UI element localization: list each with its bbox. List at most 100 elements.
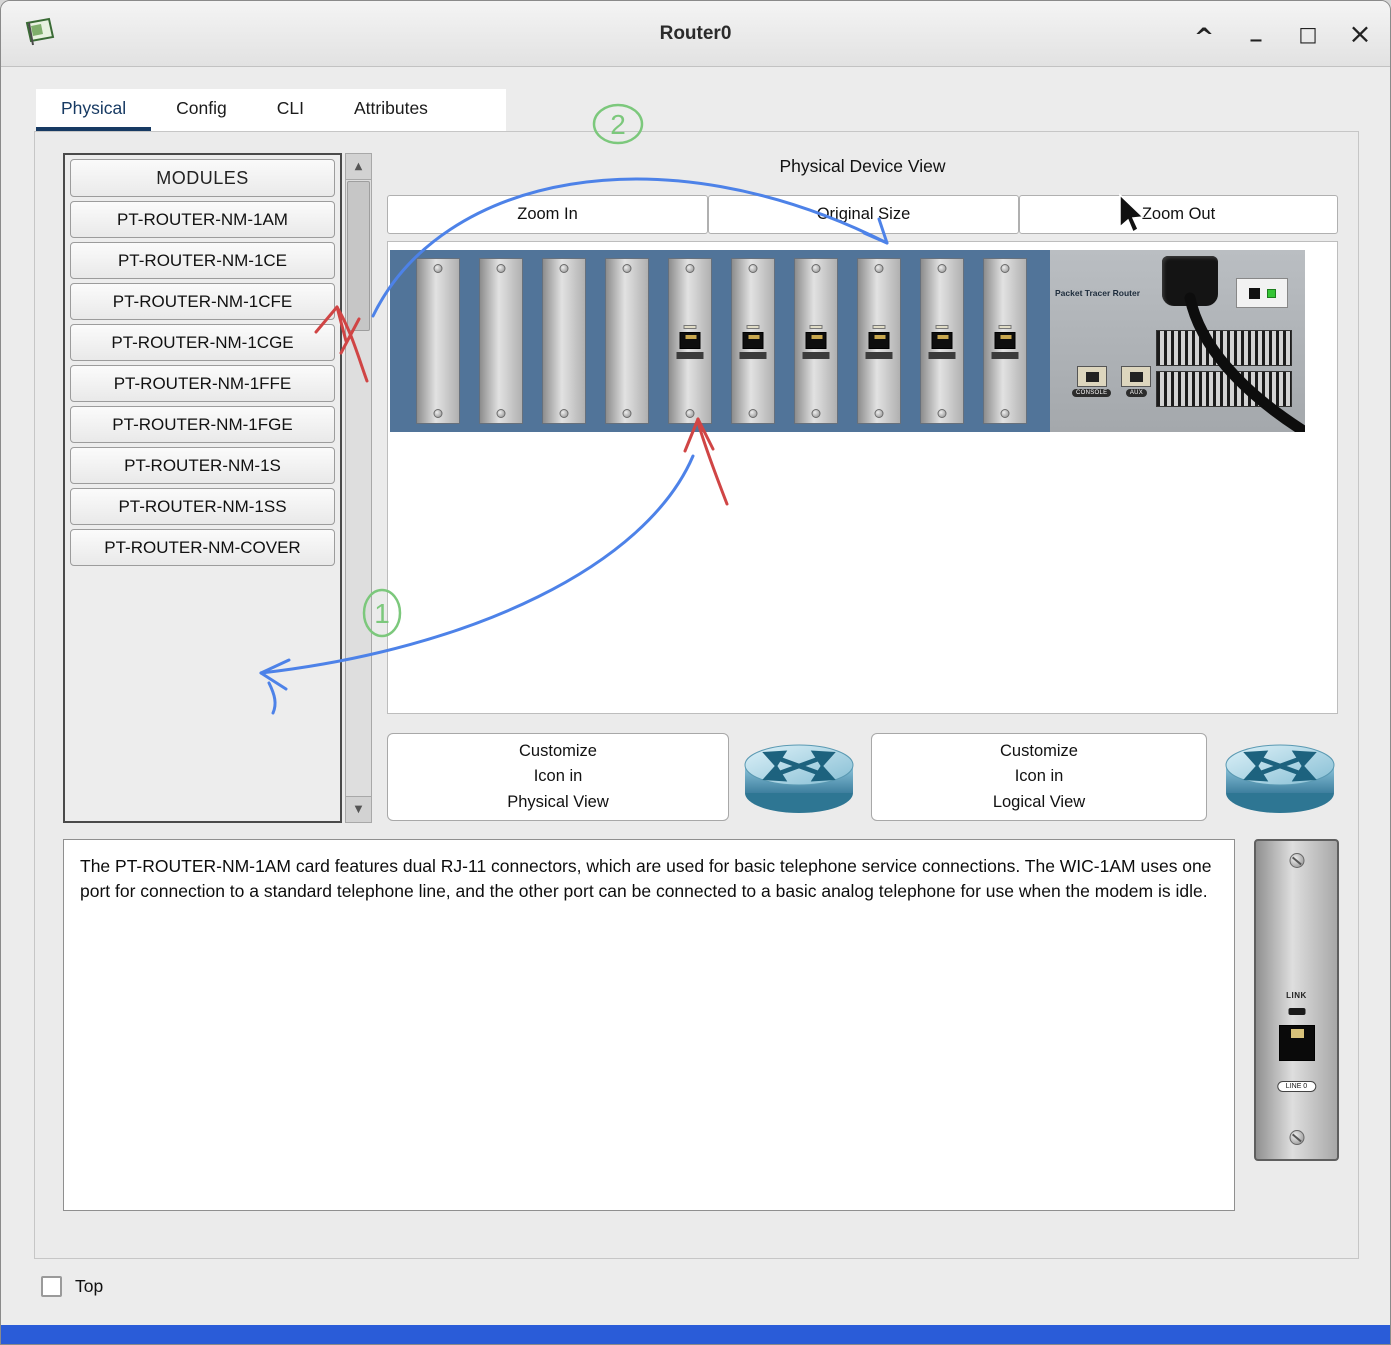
screw-icon <box>497 409 506 418</box>
bottom-accent-bar <box>1 1325 1390 1344</box>
module-item[interactable]: PT-ROUTER-NM-COVER <box>70 529 335 566</box>
router-module-slot[interactable] <box>794 258 838 424</box>
screw-icon <box>434 409 443 418</box>
tab-bar: Physical Config CLI Attributes <box>36 89 506 132</box>
module-item[interactable]: PT-ROUTER-NM-1AM <box>70 201 335 238</box>
link-led-icon <box>1288 1008 1305 1015</box>
link-led-icon <box>873 325 886 329</box>
collapse-icon[interactable]: ^ <box>1190 25 1218 49</box>
customize-logical-icon-button[interactable]: Customize Icon in Logical View <box>871 733 1207 821</box>
link-led-icon <box>936 325 949 329</box>
window-title: Router0 <box>1 1 1390 67</box>
screw-icon <box>686 409 695 418</box>
router-module-slot[interactable] <box>416 258 460 424</box>
module-port <box>929 325 956 359</box>
module-item[interactable]: PT-ROUTER-NM-1CFE <box>70 283 335 320</box>
ethernet-port-icon <box>932 332 953 349</box>
screw-icon <box>1001 264 1010 273</box>
screw-icon <box>560 409 569 418</box>
screw-icon <box>875 409 884 418</box>
ethernet-port-icon <box>680 332 701 349</box>
module-port <box>992 325 1019 359</box>
screw-icon <box>623 409 632 418</box>
tab-attributes-label: Attributes <box>354 98 428 119</box>
scroll-up-icon[interactable]: ▲ <box>346 154 371 180</box>
router0-window: Router0 ^ _ □ × Physical Config CLI Attr… <box>0 0 1391 1345</box>
title-bar: Router0 ^ _ □ × <box>1 1 1390 67</box>
zoom-out-button[interactable]: Zoom Out <box>1019 195 1338 234</box>
module-port <box>677 325 704 359</box>
customize-physical-icon-button[interactable]: Customize Icon in Physical View <box>387 733 729 821</box>
screw-icon <box>1289 1130 1304 1145</box>
tab-cli-label: CLI <box>277 98 304 119</box>
module-port <box>803 325 830 359</box>
link-led-icon <box>747 325 760 329</box>
rj11-port-icon <box>1279 1025 1315 1061</box>
tab-config[interactable]: Config <box>151 89 252 131</box>
router-module-slot[interactable] <box>857 258 901 424</box>
router-module-slot[interactable] <box>542 258 586 424</box>
scroll-down-icon[interactable]: ▼ <box>346 796 371 822</box>
router-module-slot[interactable] <box>605 258 649 424</box>
module-item[interactable]: PT-ROUTER-NM-1FGE <box>70 406 335 443</box>
scrollbar-thumb[interactable] <box>347 181 370 331</box>
screw-icon <box>938 264 947 273</box>
screw-icon <box>686 264 695 273</box>
close-icon[interactable]: × <box>1346 20 1374 48</box>
link-led-icon <box>810 325 823 329</box>
link-label: LINK <box>1256 991 1337 1000</box>
original-size-button[interactable]: Original Size <box>708 195 1019 234</box>
screw-icon <box>749 409 758 418</box>
line0-label: LINE 0 <box>1277 1081 1316 1092</box>
module-item[interactable]: PT-ROUTER-NM-1CE <box>70 242 335 279</box>
tab-attributes[interactable]: Attributes <box>329 89 453 131</box>
screw-icon <box>623 264 632 273</box>
ethernet-port-icon <box>869 332 890 349</box>
device-view-canvas[interactable]: Packet Tracer Router CONSOLE AUX <box>387 241 1338 714</box>
checkbox-box[interactable] <box>41 1276 62 1297</box>
module-port <box>866 325 893 359</box>
tab-config-label: Config <box>176 98 227 119</box>
screw-icon <box>434 264 443 273</box>
module-description: The PT-ROUTER-NM-1AM card features dual … <box>63 839 1235 1211</box>
maximize-icon[interactable]: □ <box>1294 24 1322 44</box>
tab-physical[interactable]: Physical <box>36 89 151 131</box>
router-module-slot[interactable] <box>920 258 964 424</box>
router-module-slot[interactable] <box>479 258 523 424</box>
tab-physical-label: Physical <box>61 98 126 119</box>
power-cable-icon <box>1050 250 1305 432</box>
screw-icon <box>875 264 884 273</box>
link-led-icon <box>684 325 697 329</box>
port-label-strip <box>866 352 893 359</box>
module-preview-card[interactable]: LINK LINE 0 <box>1254 839 1339 1161</box>
window-controls: ^ _ □ × <box>1190 1 1374 67</box>
modules-scrollbar[interactable]: ▲ ▼ <box>345 153 372 823</box>
ethernet-port-icon <box>806 332 827 349</box>
module-item[interactable]: PT-ROUTER-NM-1SS <box>70 488 335 525</box>
port-label-strip <box>929 352 956 359</box>
router-module-slot[interactable] <box>731 258 775 424</box>
screw-icon <box>497 264 506 273</box>
router-module-slot[interactable] <box>668 258 712 424</box>
ethernet-port-icon <box>743 332 764 349</box>
router-module-slot[interactable] <box>983 258 1027 424</box>
screw-icon <box>812 264 821 273</box>
chassis-rear-panel: Packet Tracer Router CONSOLE AUX <box>1050 250 1305 432</box>
port-label-strip <box>803 352 830 359</box>
minimize-icon[interactable]: _ <box>1242 19 1270 41</box>
top-checkbox[interactable]: Top <box>41 1276 103 1297</box>
router-chassis: Packet Tracer Router CONSOLE AUX <box>390 250 1305 432</box>
screw-icon <box>749 264 758 273</box>
tab-cli[interactable]: CLI <box>252 89 329 131</box>
port-label-strip <box>740 352 767 359</box>
module-item[interactable]: PT-ROUTER-NM-1S <box>70 447 335 484</box>
modules-list: PT-ROUTER-NM-1AM PT-ROUTER-NM-1CE PT-ROUTE… <box>70 201 335 566</box>
chassis-slots <box>390 250 1050 432</box>
modules-header: MODULES <box>70 159 335 197</box>
screw-icon <box>812 409 821 418</box>
zoom-in-button[interactable]: Zoom In <box>387 195 708 234</box>
screw-icon <box>1001 409 1010 418</box>
module-item[interactable]: PT-ROUTER-NM-1FFE <box>70 365 335 402</box>
module-item[interactable]: PT-ROUTER-NM-1CGE <box>70 324 335 361</box>
ethernet-port-icon <box>995 332 1016 349</box>
